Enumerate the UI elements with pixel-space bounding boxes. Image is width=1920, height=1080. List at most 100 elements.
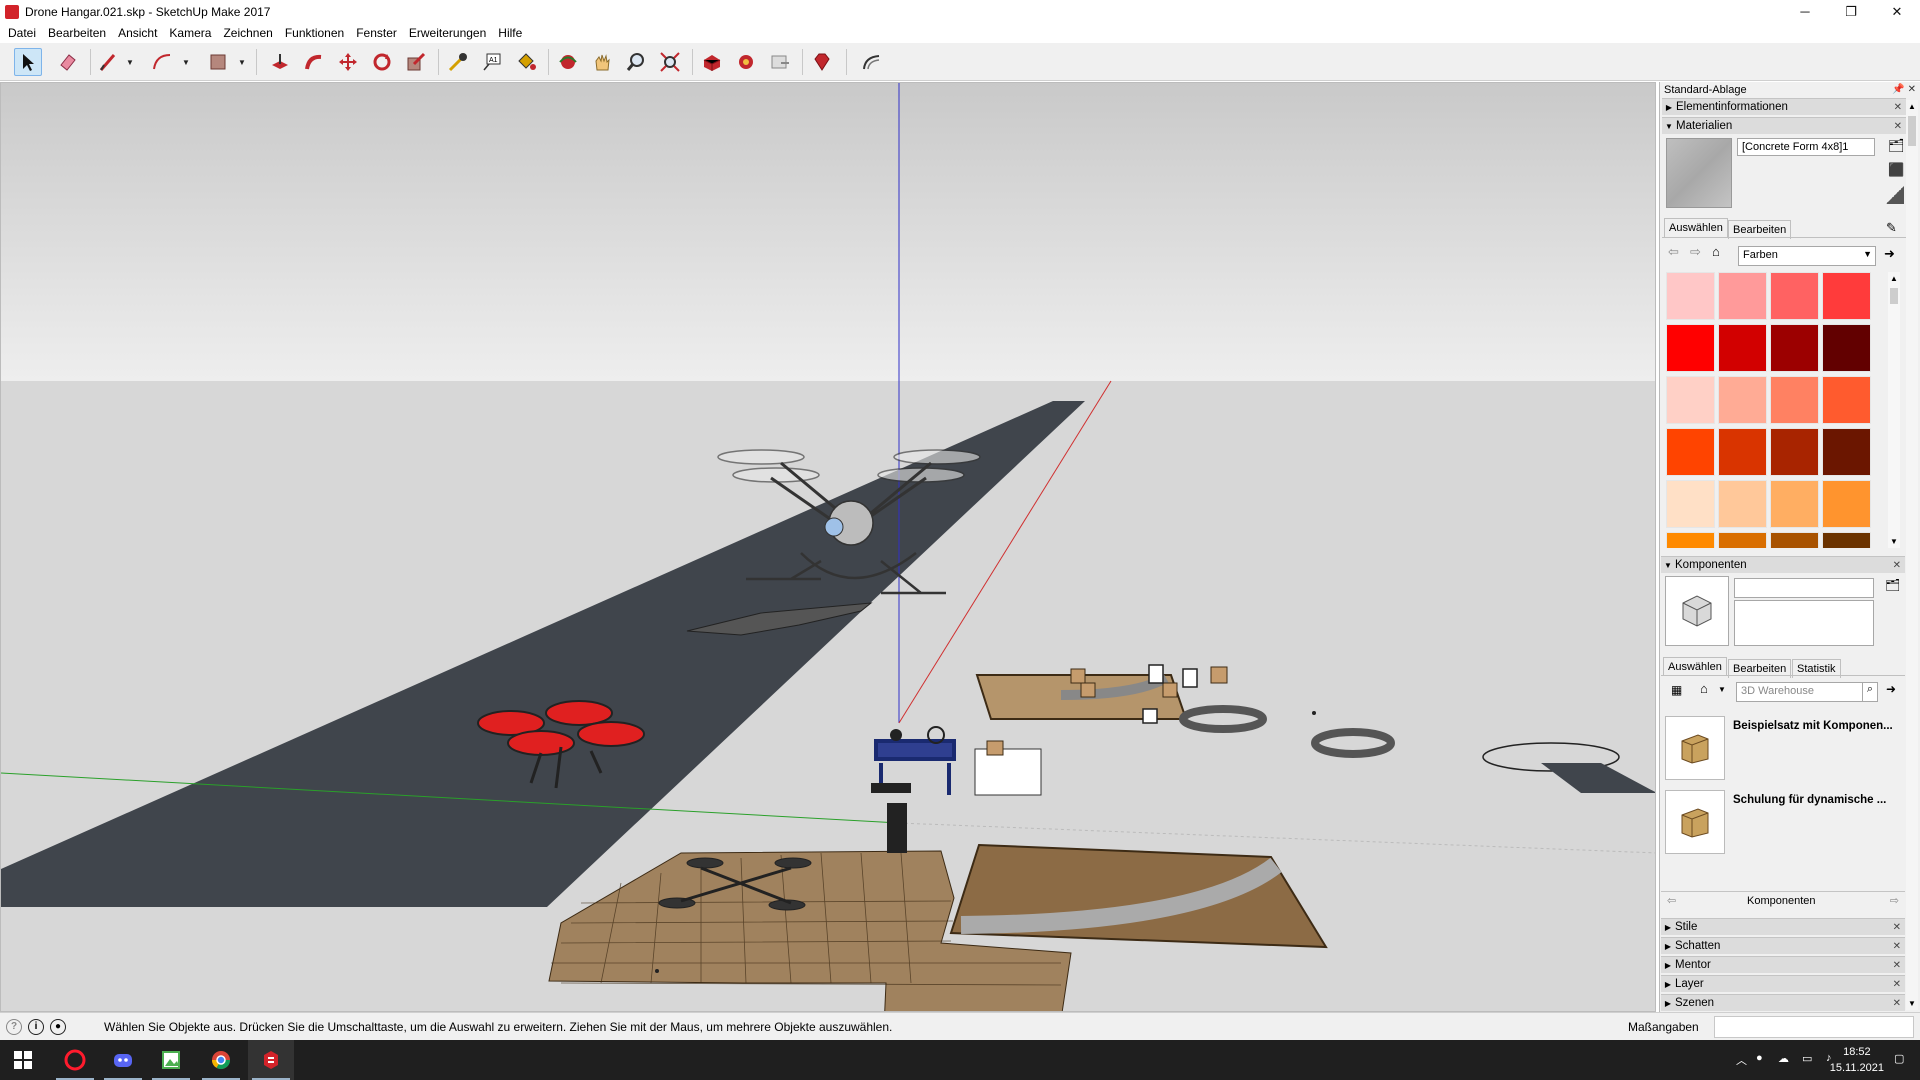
list-item[interactable]: Beispielsatz mit Komponen... [1665,716,1897,786]
tray-controls[interactable]: 📌 ✕ [1892,84,1916,95]
paint-bucket-tool-icon[interactable] [512,48,540,76]
credits-icon[interactable]: i [28,1018,44,1035]
section-layers[interactable]: ▶ Layer ✕ [1661,975,1905,992]
minimize-button[interactable]: ─ [1782,0,1828,23]
menu-camera[interactable]: Kamera [164,26,218,40]
close-icon[interactable]: ✕ [1893,941,1901,952]
menu-extensions[interactable]: Erweiterungen [404,26,493,40]
material-swatch[interactable] [1666,532,1715,548]
rectangle-tool-icon[interactable] [204,48,232,76]
menu-edit[interactable]: Bearbeiten [43,26,113,40]
back-arrow-icon[interactable]: ⇦ [1668,244,1679,260]
shape-dropdown-icon[interactable]: ▼ [236,48,248,76]
forward-arrow-icon[interactable]: ⇨ [1890,894,1899,907]
material-swatch[interactable] [1822,480,1871,528]
sandbox-icon[interactable] [858,48,886,76]
notifications-icon[interactable]: ▢ [1894,1052,1904,1065]
menu-view[interactable]: Ansicht [113,26,164,40]
material-swatch[interactable] [1770,376,1819,424]
component-details-icon[interactable]: 🗂 [1885,578,1900,592]
line-tool-icon[interactable] [94,48,122,76]
home-icon[interactable]: ⌂ [1700,681,1708,696]
close-icon[interactable]: ✕ [1893,922,1901,933]
material-swatch[interactable] [1770,428,1819,476]
material-library-select[interactable]: Farben ▼ [1738,246,1876,266]
material-swatch[interactable] [1718,376,1767,424]
sample-paint-icon[interactable] [1886,186,1904,204]
close-icon[interactable]: ✕ [1894,102,1902,113]
close-icon[interactable]: ✕ [1893,960,1901,971]
material-swatch[interactable] [1770,272,1819,320]
select-tool-icon[interactable] [14,48,42,76]
menu-draw[interactable]: Zeichnen [218,26,279,40]
close-icon[interactable]: ✕ [1893,560,1901,571]
material-swatch[interactable] [1718,532,1767,548]
material-swatch[interactable] [1718,428,1767,476]
material-name-field[interactable]: [Concrete Form 4x8]1 [1737,138,1875,156]
component-name-field[interactable] [1734,578,1874,598]
material-swatch[interactable] [1770,480,1819,528]
chevron-down-icon[interactable]: ▼ [1718,685,1726,694]
material-swatch[interactable] [1822,324,1871,372]
tab-materials-select[interactable]: Auswählen [1664,218,1728,237]
zoom-extents-tool-icon[interactable] [656,48,684,76]
3d-warehouse-icon[interactable] [698,48,726,76]
home-icon[interactable]: ⌂ [1712,244,1720,259]
pan-tool-icon[interactable] [588,48,616,76]
measurements-input[interactable] [1714,1016,1914,1038]
geo-location-icon[interactable]: ? [6,1018,22,1035]
rotate-tool-icon[interactable] [368,48,396,76]
user-account-icon[interactable]: ● [50,1018,66,1035]
ruby-console-icon[interactable] [808,48,836,76]
section-components[interactable]: ▼ Komponenten ✕ [1661,556,1905,573]
material-swatch[interactable] [1770,324,1819,372]
onedrive-tray-icon[interactable]: ☁ [1778,1052,1789,1065]
section-entity-info[interactable]: ▶ Elementinformationen ✕ [1662,98,1906,115]
section-materials[interactable]: ▼ Materialien ✕ [1662,117,1906,134]
back-arrow-icon[interactable]: ⇦ [1667,894,1676,907]
close-icon[interactable]: ✕ [1893,998,1901,1009]
material-swatch[interactable] [1666,428,1715,476]
create-material-icon[interactable]: 🗂 [1888,138,1905,154]
material-swatch[interactable] [1718,324,1767,372]
material-swatch[interactable] [1822,376,1871,424]
arc-tool-icon[interactable] [148,48,176,76]
maximize-button[interactable]: ❐ [1828,0,1874,23]
details-arrow-icon[interactable]: ➜ [1884,246,1895,262]
sketchup-icon[interactable] [248,1040,294,1080]
text-tool-icon[interactable]: A1 [478,48,506,76]
tray-scrollbar[interactable]: ▲ ▼ [1906,100,1918,1010]
network-icon[interactable]: ▭ [1802,1052,1812,1065]
image-viewer-icon[interactable] [148,1040,194,1080]
material-swatch[interactable] [1666,324,1715,372]
close-icon[interactable]: ✕ [1894,121,1902,132]
warehouse-search-input[interactable]: 3D Warehouse [1736,682,1864,702]
section-styles[interactable]: ▶ Stile ✕ [1661,918,1905,935]
forward-arrow-icon[interactable]: ⇨ [1690,244,1701,260]
windows-start-icon[interactable] [0,1040,46,1080]
scene-canvas[interactable] [1,83,1656,1012]
material-swatch[interactable] [1822,272,1871,320]
line-dropdown-icon[interactable]: ▼ [124,48,136,76]
section-scenes[interactable]: ▶ Szenen ✕ [1661,994,1905,1011]
menu-help[interactable]: Hilfe [493,26,529,40]
eyedropper-icon[interactable]: ✎ [1886,220,1897,236]
close-button[interactable]: ✕ [1874,0,1920,23]
chrome-icon[interactable] [198,1040,244,1080]
scale-tool-icon[interactable] [402,48,430,76]
material-swatch[interactable] [1822,532,1871,548]
material-swatch[interactable] [1718,480,1767,528]
arc-dropdown-icon[interactable]: ▼ [180,48,192,76]
material-swatch[interactable] [1822,428,1871,476]
current-material-preview[interactable] [1666,138,1732,208]
show-hidden-icons-icon[interactable]: ︿ [1736,1052,1747,1068]
menu-window[interactable]: Fenster [351,26,404,40]
search-icon[interactable]: ⌕ [1862,682,1878,702]
section-shadows[interactable]: ▶ Schatten ✕ [1661,937,1905,954]
view-options-icon[interactable]: ▦ [1671,683,1682,697]
close-icon[interactable]: ✕ [1893,979,1901,990]
menu-tools[interactable]: Funktionen [280,26,351,40]
tape-measure-tool-icon[interactable] [444,48,472,76]
share-model-icon[interactable] [766,48,794,76]
material-swatch[interactable] [1718,272,1767,320]
